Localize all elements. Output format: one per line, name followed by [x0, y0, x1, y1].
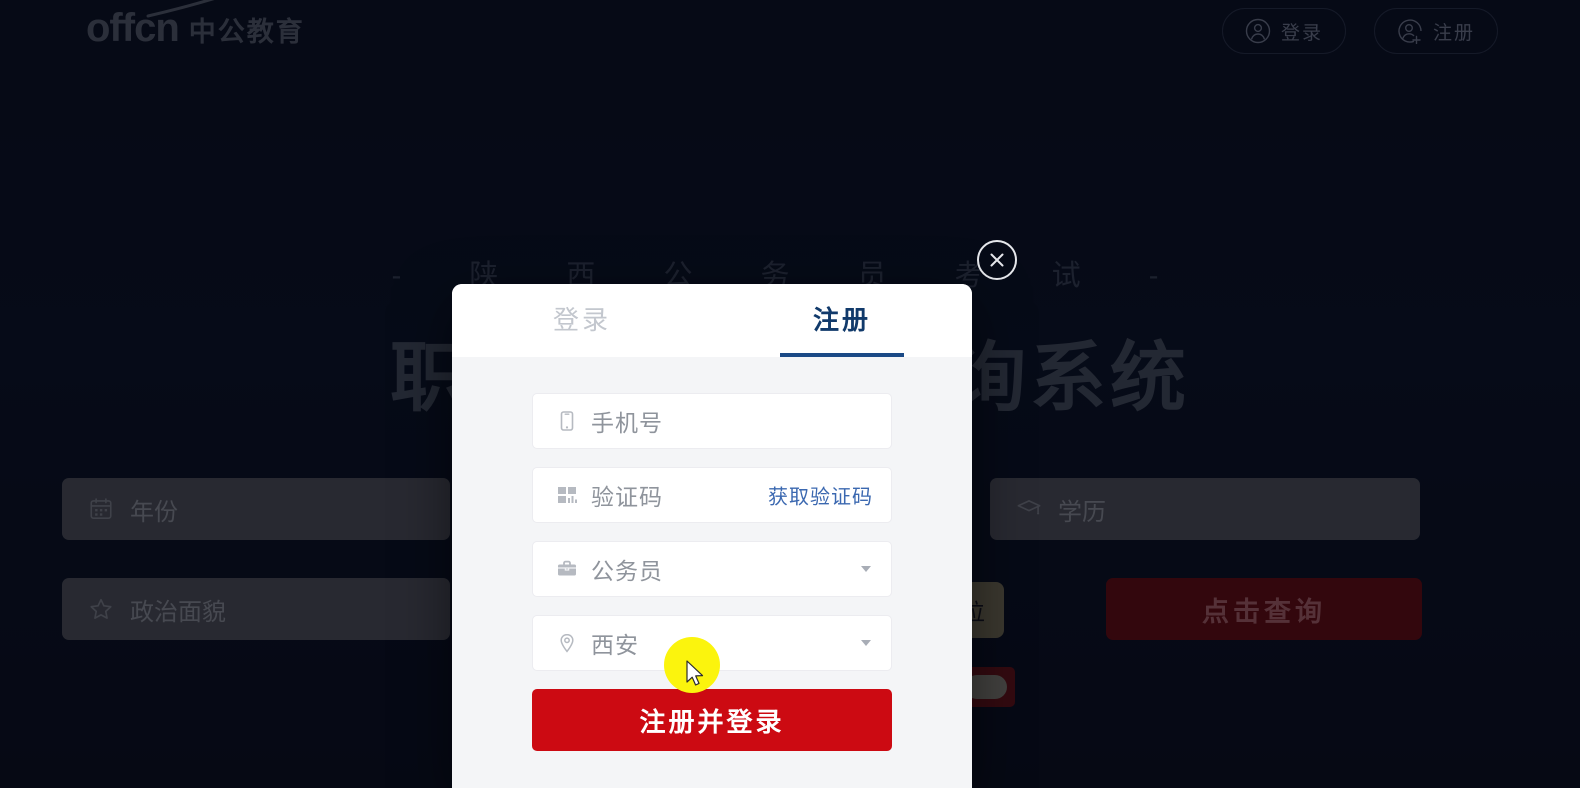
chevron-down-icon — [861, 640, 871, 646]
tab-login[interactable]: 登录 — [452, 284, 712, 357]
phone-input-placeholder: 手机号 — [591, 410, 663, 436]
get-verify-code-link[interactable]: 获取验证码 — [768, 481, 873, 510]
exam-type-select[interactable]: 公务员 — [532, 541, 892, 597]
briefcase-icon — [551, 558, 583, 580]
modal-tab-bar: 登录 注册 — [452, 284, 972, 357]
screen: offcn 中公教育 登录 — [0, 0, 1580, 788]
city-select[interactable]: 西安 — [532, 615, 892, 671]
close-icon — [990, 253, 1004, 267]
qr-code-icon — [551, 484, 583, 506]
phone-input[interactable]: 手机号 — [532, 393, 892, 449]
modal-body: 手机号 验证码 获取验证码 公务员 西安 注册并登录 — [452, 357, 972, 751]
auth-modal: 登录 注册 手机号 验证码 获取验证码 公务员 西安 注册并登录 — [452, 284, 972, 788]
submit-register-button[interactable]: 注册并登录 — [532, 689, 892, 751]
location-pin-icon — [551, 632, 583, 654]
mobile-phone-icon — [551, 410, 583, 432]
chevron-down-icon — [861, 566, 871, 572]
verify-code-placeholder: 验证码 — [591, 484, 663, 510]
exam-type-value: 公务员 — [591, 558, 663, 584]
verify-code-input[interactable]: 验证码 获取验证码 — [532, 467, 892, 523]
close-button[interactable] — [977, 240, 1017, 280]
city-value: 西安 — [591, 632, 639, 658]
tab-register[interactable]: 注册 — [712, 284, 972, 357]
